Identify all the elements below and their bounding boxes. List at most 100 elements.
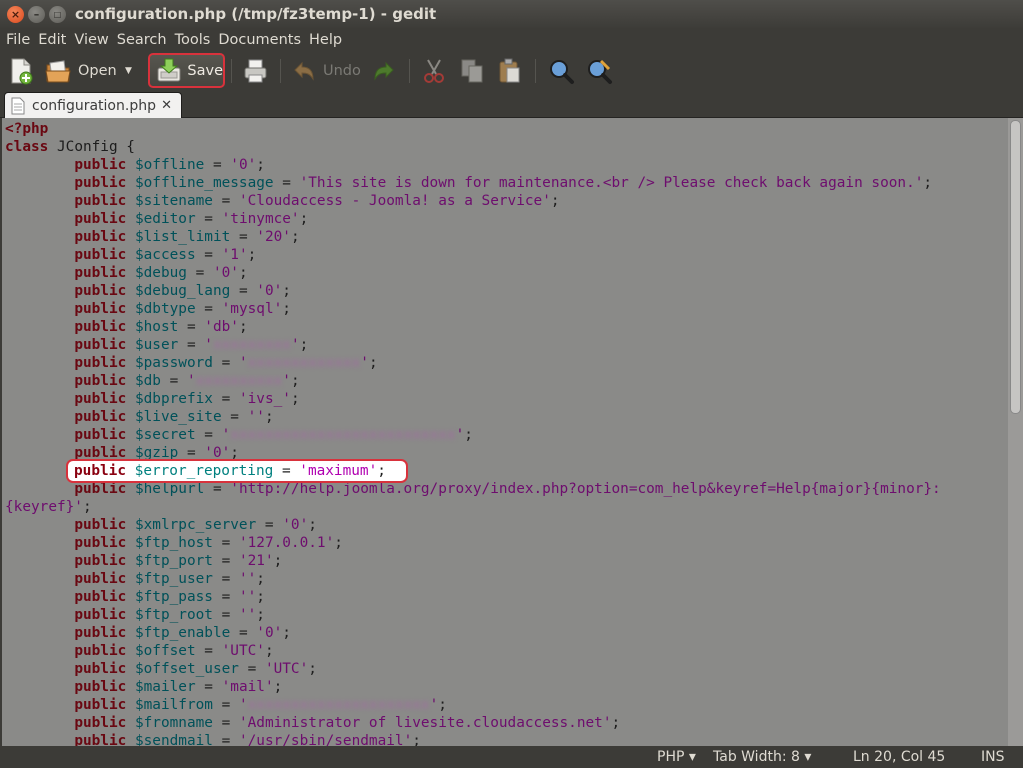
scrollbar-thumb[interactable] (1010, 120, 1021, 414)
variable-token: $debug_lang (134, 283, 231, 299)
code-line: public $sitename = 'Cloudaccess - Joomla… (5, 192, 1008, 210)
close-window-button[interactable]: × (7, 5, 24, 23)
save-button[interactable]: Save (148, 53, 225, 88)
language-selector[interactable]: PHP ▾ (657, 749, 696, 765)
code-text: <?php class JConfig { public $offline = '… (2, 118, 1008, 746)
menu-documents[interactable]: Documents (214, 32, 305, 48)
code-line: public $offset = 'UTC'; (5, 642, 1008, 660)
keyword-token: public (74, 175, 127, 191)
code-token: = (230, 229, 257, 245)
save-label: Save (187, 62, 223, 79)
code-token: = (212, 697, 239, 713)
variable-token: $mailfrom (134, 697, 213, 713)
new-button[interactable] (8, 54, 34, 88)
code-token: ; (256, 571, 265, 587)
string-token: 'Cloudaccess - Joomla! as a Service' (238, 193, 551, 209)
vertical-scrollbar[interactable] (1008, 118, 1023, 746)
string-token: '' (247, 409, 265, 425)
string-token: 'mail' (221, 679, 274, 695)
copy-button[interactable] (459, 54, 485, 88)
undo-button[interactable]: Undo (291, 54, 361, 88)
keyword-token: public (74, 643, 127, 659)
menu-view[interactable]: View (70, 32, 112, 48)
code-token: = (195, 643, 222, 659)
code-token: ; (368, 355, 378, 371)
keyword-token: class (5, 139, 49, 155)
menu-tools[interactable]: Tools (171, 32, 215, 48)
variable-token: $live_site (134, 409, 222, 425)
keyword-token: public (74, 625, 127, 641)
maximize-icon: □ (53, 9, 62, 19)
code-editor[interactable]: <?php class JConfig { public $offline = '… (2, 118, 1008, 746)
open-recent-dropdown[interactable]: ▼ (125, 54, 132, 88)
keyword-token: public (74, 211, 127, 227)
open-button[interactable]: Open (44, 54, 117, 88)
variable-token: $offline_message (134, 175, 274, 191)
string-token: '0' (212, 265, 239, 281)
maximize-window-button[interactable]: □ (49, 5, 66, 23)
menu-help[interactable]: Help (305, 32, 346, 48)
redo-button[interactable] (371, 54, 397, 88)
paste-button[interactable] (497, 54, 523, 88)
code-token: = (212, 391, 239, 407)
print-button[interactable] (242, 54, 270, 88)
keyword-token: public (74, 535, 127, 551)
copy-icon (461, 59, 483, 83)
code-token: ; (273, 679, 283, 695)
keyword-token: public (74, 607, 127, 623)
minimize-window-button[interactable]: – (28, 5, 45, 23)
keyword-token: public (74, 715, 127, 731)
redacted-token: xxxxxxxxx (212, 337, 291, 353)
variable-token: $db (134, 373, 161, 389)
tab-width-selector[interactable]: Tab Width: 8 ▾ (713, 749, 811, 765)
keyword-token: public (74, 319, 127, 335)
code-line: public $mailer = 'mail'; (5, 678, 1008, 696)
insert-mode: INS (981, 749, 1005, 765)
tab-configuration-php[interactable]: configuration.php ✕ (4, 92, 182, 119)
tab-close-icon[interactable]: ✕ (161, 98, 172, 113)
code-token: = (178, 337, 205, 353)
code-token: = (195, 211, 222, 227)
find-button[interactable] (547, 54, 575, 88)
code-token: ; (334, 535, 343, 551)
keyword-token: <?php (5, 121, 49, 137)
string-token: ' (282, 373, 291, 389)
keyword-token: public (74, 301, 127, 317)
code-line: public $offline_message = 'This site is … (5, 174, 1008, 192)
menu-file[interactable]: File (2, 32, 34, 48)
menu-edit[interactable]: Edit (34, 32, 70, 48)
keyword-token: public (74, 391, 127, 407)
menu-search[interactable]: Search (113, 32, 171, 48)
minimize-icon: – (33, 7, 40, 21)
code-token: ; (282, 625, 291, 641)
code-token: ; (550, 193, 560, 209)
code-line: <?php (5, 120, 1008, 138)
find-replace-icon (588, 59, 612, 84)
code-token: ; (464, 427, 473, 443)
variable-token: $ftp_host (134, 535, 213, 551)
keyword-token: public (74, 661, 127, 677)
variable-token: $host (134, 319, 179, 335)
variable-token: $mailer (134, 679, 196, 695)
string-token: 'UTC' (264, 661, 309, 677)
variable-token: $dbprefix (134, 391, 213, 407)
cut-button[interactable] (421, 54, 447, 88)
code-token: ; (611, 715, 621, 731)
open-folder-icon (45, 60, 71, 83)
code-token: = (160, 373, 187, 389)
find-replace-button[interactable] (585, 54, 613, 88)
